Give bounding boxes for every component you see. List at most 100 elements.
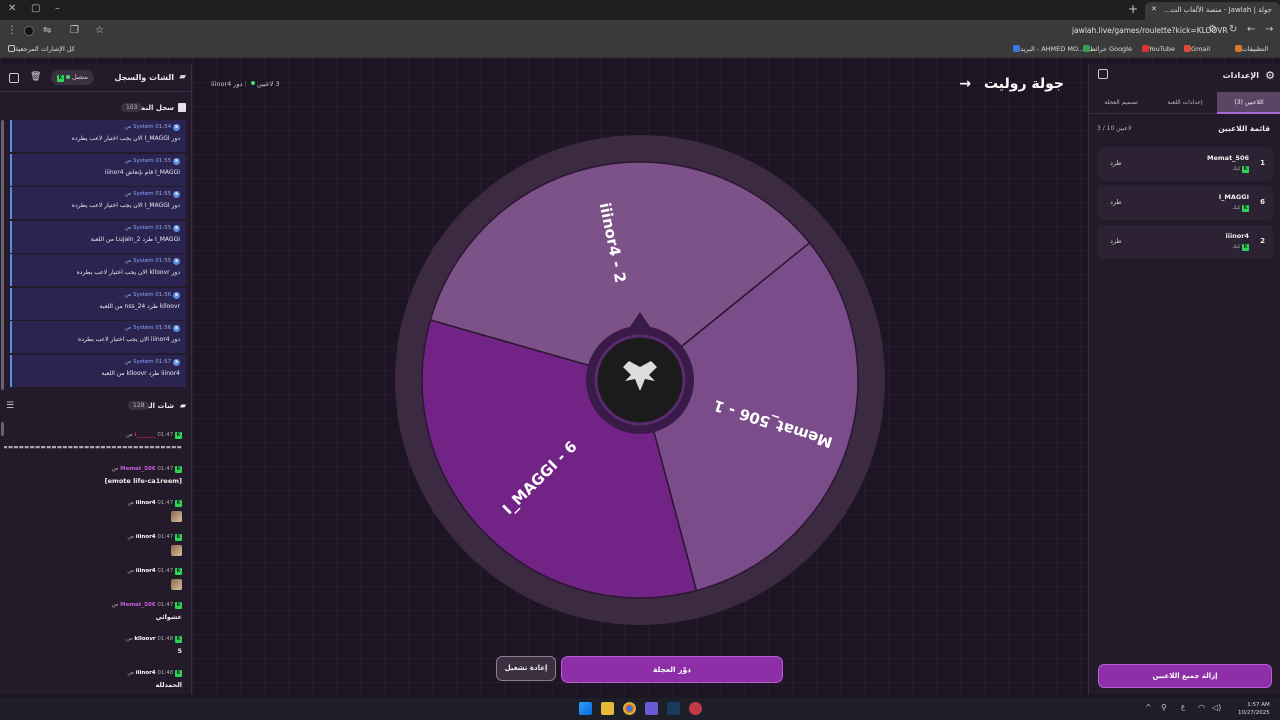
system-sender: System <box>133 258 154 264</box>
system-log-meta: s System 01:56 ص <box>125 291 180 299</box>
site-settings-icon[interactable]: ⚙ <box>1208 24 1217 35</box>
players-list-title: قائمة اللاعبين <box>1218 124 1270 133</box>
player-platform: كيك K <box>1232 244 1249 251</box>
clock-date: 10/27/2025 <box>1238 710 1270 716</box>
tab-game-settings[interactable]: إعدادات اللعبة <box>1153 92 1217 114</box>
collapse-panel-icon[interactable] <box>1098 69 1108 79</box>
live-chat-header: ▰ شات البث 128 ☰ <box>0 398 192 416</box>
chat-meta: K klloovr 01:48 ص <box>126 636 182 643</box>
bookmark-youtube[interactable]: YouTube <box>1140 45 1175 53</box>
system-log-meta: s System 01:54 ص <box>125 124 180 131</box>
profile-icon[interactable] <box>24 26 34 36</box>
reload-icon[interactable]: ↻ <box>1229 24 1237 35</box>
players-count-status: 3 لاعبين <box>256 80 280 88</box>
kick-icon: K <box>175 534 182 541</box>
bookmark-star-icon[interactable]: ☆ <box>95 25 104 36</box>
system-log-item: s System 01:55 ص I_MAGGI طرد Lujain_2 من… <box>10 220 186 253</box>
tab-wheel-design[interactable]: تصميم العجلة <box>1089 92 1153 114</box>
chat-username[interactable]: Memat_506 <box>120 466 156 472</box>
windows-start-icon[interactable] <box>579 702 592 715</box>
player-name: I_MAGGI <box>1218 193 1249 201</box>
chat-username[interactable]: iiinor4 <box>136 534 156 540</box>
filter-icon[interactable]: ☰ <box>6 401 14 411</box>
chat-username[interactable]: iiinor4 <box>136 500 156 506</box>
extensions-icon[interactable]: ⇋ <box>43 25 51 36</box>
steam-icon[interactable] <box>667 702 680 715</box>
chat-text: [emote life-ca1reem] <box>104 477 182 485</box>
bookmark-mail[interactable]: البريد - AHMED MO... <box>1011 45 1084 53</box>
trash-icon[interactable]: 🗑 <box>30 72 41 82</box>
file-explorer-icon[interactable] <box>601 702 614 715</box>
collapse-panel-icon[interactable] <box>9 73 19 83</box>
app-icon[interactable] <box>689 702 702 715</box>
page-title: جولة روليت → <box>959 76 1064 92</box>
spin-wheel-button[interactable]: دوّر العجلة <box>561 656 783 683</box>
tab-search-icon[interactable]: ❐ <box>70 25 79 36</box>
bookmark-maps[interactable]: خرائط Google <box>1081 45 1132 53</box>
restore-window-icon[interactable]: ▢ <box>31 3 40 14</box>
roulette-wheel[interactable]: Memat_506 - 1I_MAGGI - 6iiinor4 - 2 <box>395 135 885 625</box>
clock-time: 1:57 AM <box>1247 702 1270 708</box>
system-log-meta: s System 01:55 ص <box>125 157 180 165</box>
online-dot-icon <box>66 75 70 79</box>
minimize-window-icon[interactable]: – <box>55 3 60 14</box>
kick-player-button[interactable]: طرد <box>1110 159 1122 167</box>
chat-username[interactable]: iiinor4 <box>136 568 156 574</box>
bookmark-gmail[interactable]: Gmail <box>1182 45 1210 53</box>
chat-message: K iiinor4 01:48 ص الحمدلله <box>4 666 188 694</box>
back-icon[interactable]: → <box>1265 24 1273 35</box>
back-arrow-icon[interactable]: → <box>959 76 971 92</box>
volume-icon[interactable]: ◁) <box>1212 703 1221 712</box>
chat-message: K iiinor4 01:47 ص <box>4 496 188 530</box>
chat-username[interactable]: i_______ <box>135 432 156 438</box>
system-log-icon <box>178 103 186 112</box>
discord-icon[interactable] <box>645 702 658 715</box>
kick-icon: K <box>175 432 182 439</box>
bookmark-all[interactable]: كل الإشارات المرجعية <box>6 45 75 53</box>
chat-panel-header: ▰ الشات والسجل K متصل 🗑 <box>0 64 192 92</box>
tab-players[interactable]: اللاعبين (3) <box>1217 92 1280 114</box>
language-indicator[interactable]: ع <box>1181 703 1185 711</box>
browser-tab-active[interactable]: جولة | Jawlah - منصة الألعاب الت... ✕ <box>1145 2 1280 20</box>
chat-meta: K iiinor4 01:47 ص <box>127 534 182 541</box>
kick-icon: K <box>175 636 182 643</box>
network-icon[interactable]: ◠ <box>1198 703 1205 712</box>
kick-player-button[interactable]: طرد <box>1110 198 1122 206</box>
tray-chevron-icon[interactable]: ^ <box>1145 703 1152 712</box>
bookmark-apps[interactable]: التطبيقات <box>1233 45 1268 53</box>
chat-message: K i_______ 01:47 ص =====================… <box>4 428 188 462</box>
chat-username[interactable]: klloovr <box>134 636 155 642</box>
chat-meta: K i_______ 01:47 ص <box>126 432 182 439</box>
gmail-icon <box>1184 45 1192 52</box>
system-log-meta: s System 01:55 ص <box>125 191 180 198</box>
player-name: Memat_506 <box>1207 154 1249 162</box>
system-log-item: s System 01:57 ص iiinor4 طرد klloovr من … <box>10 354 186 387</box>
chat-username[interactable]: Memat_506 <box>120 602 156 608</box>
chat-text: عشوائي <box>155 613 182 621</box>
system-log-scrollbar[interactable] <box>1 120 4 390</box>
remove-all-players-button[interactable]: إزالة جميع اللاعبين <box>1098 664 1272 688</box>
gear-icon: ⚙ <box>1265 69 1275 82</box>
chat-username[interactable]: iiinor4 <box>136 670 156 676</box>
new-tab-button[interactable]: + <box>1128 2 1138 16</box>
clock[interactable]: 1:57 AM 10/27/2025 <box>1238 701 1270 717</box>
forward-icon[interactable]: ← <box>1247 24 1255 35</box>
system-log-list: s System 01:54 ص دور I_MAGGI الان يجب اخ… <box>10 120 186 389</box>
close-window-icon[interactable]: ✕ <box>8 3 16 14</box>
chat-body: 5 <box>177 647 182 655</box>
kick-player-button[interactable]: طرد <box>1110 237 1122 245</box>
system-log-text: I_MAGGI طرد Lujain_2 من اللعبة <box>90 235 180 243</box>
chrome-icon[interactable] <box>623 702 636 715</box>
kick-icon: K <box>175 602 182 609</box>
bookmarks-bar: التطبيقات Gmail YouTube خرائط Google الب… <box>0 42 1280 58</box>
system-log-item: s System 01:55 ص دور I_MAGGI الان يجب اخ… <box>10 187 186 219</box>
close-tab-icon[interactable]: ✕ <box>1151 5 1157 13</box>
menu-icon[interactable]: ⋮ <box>7 25 17 36</box>
microphone-icon[interactable]: ⚲ <box>1161 703 1167 712</box>
system-log-item: s System 01:55 ص I_MAGGI قام بإنعاش iiin… <box>10 153 186 186</box>
url-field[interactable]: jawlah.live/games/roulette?kick=KLOOVR <box>1072 26 1228 35</box>
system-sender: System <box>133 191 154 197</box>
restart-button[interactable]: إعادة تشغيل <box>496 656 556 681</box>
system-log-text: دور klloovr الان يجب اختيار لاعب يطرده <box>76 269 180 276</box>
chat-meta: K iiinor4 01:47 ص <box>127 568 182 575</box>
